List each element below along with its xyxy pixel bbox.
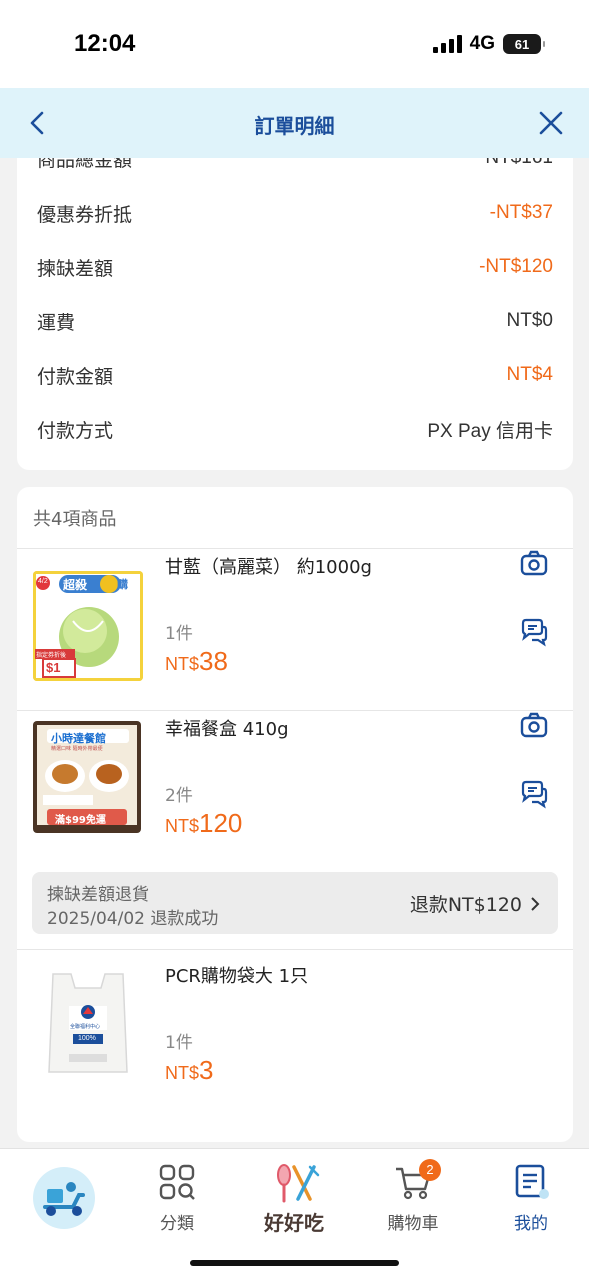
item-name[interactable]: 幸福餐盒 410g bbox=[165, 715, 289, 741]
summary-row-method: 付款方式 PX Pay 信用卡 bbox=[37, 414, 553, 444]
nav-item-food[interactable]: 好好吃 bbox=[244, 1163, 344, 1236]
thumb-banner: 超殺 bbox=[63, 578, 88, 592]
item-qty: 2件 bbox=[165, 786, 193, 806]
refund-link[interactable]: 退款NT$120 bbox=[410, 890, 540, 917]
summary-row-shortage: 揀缺差額 -NT$120 bbox=[37, 252, 553, 282]
summary-row-paid: 付款金額 NT$4 bbox=[37, 360, 553, 390]
nav-item-category[interactable]: 分類 bbox=[127, 1163, 227, 1234]
category-grid-icon bbox=[159, 1164, 195, 1200]
item-qty: 1件 bbox=[165, 1033, 193, 1053]
item-price: NT$120 bbox=[165, 808, 242, 839]
battery-icon: 61 bbox=[503, 34, 545, 54]
thumb-tag: 指定券折後 bbox=[36, 652, 67, 659]
price-amount: 3 bbox=[199, 1055, 214, 1085]
scooter-icon bbox=[43, 1182, 85, 1216]
summary-row-coupon: 優惠券折抵 -NT$37 bbox=[37, 198, 553, 228]
price-currency: NT$ bbox=[165, 654, 200, 674]
profile-document-icon bbox=[515, 1164, 549, 1199]
home-indicator bbox=[190, 1260, 399, 1266]
thumb-banner: 小時達餐館 bbox=[51, 732, 106, 745]
nav-label: 我的 bbox=[514, 1214, 548, 1234]
summary-row-shipping: 運費 NT$0 bbox=[37, 306, 553, 336]
nav-item-cart[interactable]: 2 購物車 bbox=[363, 1159, 463, 1234]
status-indicators: 4G 61 bbox=[432, 33, 545, 55]
chevron-right-icon bbox=[531, 896, 540, 911]
summary-value: NT$4 bbox=[506, 364, 553, 385]
summary-label: 運費 bbox=[37, 311, 76, 334]
thumb-brand: 全聯福利中心 bbox=[70, 1024, 101, 1030]
nav-home-button[interactable] bbox=[33, 1167, 95, 1229]
nav-item-account[interactable]: 我的 bbox=[481, 1163, 581, 1234]
summary-label: 揀缺差額 bbox=[37, 257, 114, 280]
thumb-promo: 滿$99免運 bbox=[55, 815, 106, 826]
order-summary-card: 商品總金額 NT$161 優惠券折抵 -NT$37 揀缺差額 -NT$120 運… bbox=[17, 130, 573, 470]
summary-value: NT$0 bbox=[506, 310, 553, 331]
signal-icon bbox=[432, 35, 462, 53]
camera-icon[interactable] bbox=[519, 711, 549, 741]
refund-status-bar[interactable]: 揀缺差額退貨 2025/04/02 退款成功 退款NT$120 bbox=[32, 872, 558, 934]
item-name[interactable]: PCR購物袋大 1只 bbox=[165, 962, 308, 988]
summary-label: 付款方式 bbox=[37, 419, 114, 442]
thumb-banner-2: 購 bbox=[117, 578, 128, 591]
thumb-sub: 精選口味 隨時外帶最便 bbox=[51, 746, 103, 752]
chat-icon[interactable] bbox=[519, 779, 549, 809]
items-card: 共4項商品 4/2 超殺 購 指定券折後 $1 甘藍（高麗菜） 約1000g 1… bbox=[17, 487, 573, 1142]
status-time: 12:04 bbox=[74, 30, 136, 57]
camera-icon[interactable] bbox=[519, 549, 549, 579]
chat-icon[interactable] bbox=[519, 617, 549, 647]
summary-label: 付款金額 bbox=[37, 365, 114, 388]
item-price: NT$3 bbox=[165, 1055, 213, 1086]
thumb-tag-price: $1 bbox=[46, 660, 61, 675]
price-currency: NT$ bbox=[165, 816, 200, 836]
status-bar: 12:04 4G 61 bbox=[0, 0, 589, 88]
thumb-pct: 100% bbox=[78, 1035, 96, 1042]
product-image[interactable]: 4/2 超殺 購 指定券折後 $1 bbox=[33, 571, 143, 681]
battery-level: 61 bbox=[514, 36, 530, 52]
close-icon[interactable] bbox=[535, 107, 567, 139]
top-nav-bar: 訂單明細 bbox=[0, 88, 589, 158]
item-name[interactable]: 甘藍（高麗菜） 約1000g bbox=[165, 553, 372, 579]
item-qty: 1件 bbox=[165, 624, 193, 644]
page-title: 訂單明細 bbox=[254, 114, 335, 138]
nav-label: 好好吃 bbox=[264, 1211, 324, 1235]
list-item[interactable]: 4/2 超殺 購 指定券折後 $1 甘藍（高麗菜） 約1000g 1件 NT$3… bbox=[17, 549, 573, 711]
summary-value: -NT$37 bbox=[489, 202, 553, 223]
refund-reason: 揀缺差額退貨 bbox=[47, 885, 149, 905]
list-item[interactable]: 全聯福利中心 100% PCR購物袋大 1只 1件 NT$3 bbox=[17, 950, 573, 1140]
thumb-badge-num: 4/2 bbox=[38, 578, 48, 585]
refund-amount: 退款NT$120 bbox=[409, 894, 522, 916]
cart-count-badge: 2 bbox=[419, 1159, 441, 1181]
summary-value: -NT$120 bbox=[479, 256, 553, 277]
price-amount: 120 bbox=[199, 808, 243, 838]
nav-label: 分類 bbox=[160, 1214, 194, 1234]
shopping-bag-image bbox=[48, 973, 128, 1073]
refund-date: 2025/04/02 退款成功 bbox=[47, 909, 219, 929]
summary-label: 優惠券折抵 bbox=[37, 203, 133, 226]
price-amount: 38 bbox=[199, 646, 228, 676]
product-image[interactable]: 小時達餐館 精選口味 隨時外帶最便 滿$99免運 bbox=[33, 721, 141, 833]
nav-label: 購物車 bbox=[387, 1214, 439, 1234]
summary-value: PX Pay 信用卡 bbox=[427, 420, 553, 442]
item-price: NT$38 bbox=[165, 646, 228, 677]
utensils-icon bbox=[277, 1164, 320, 1203]
network-type: 4G bbox=[469, 33, 495, 54]
product-image[interactable]: 全聯福利中心 100% bbox=[33, 966, 143, 1076]
price-currency: NT$ bbox=[165, 1063, 200, 1083]
items-count-heading: 共4項商品 bbox=[33, 509, 117, 530]
